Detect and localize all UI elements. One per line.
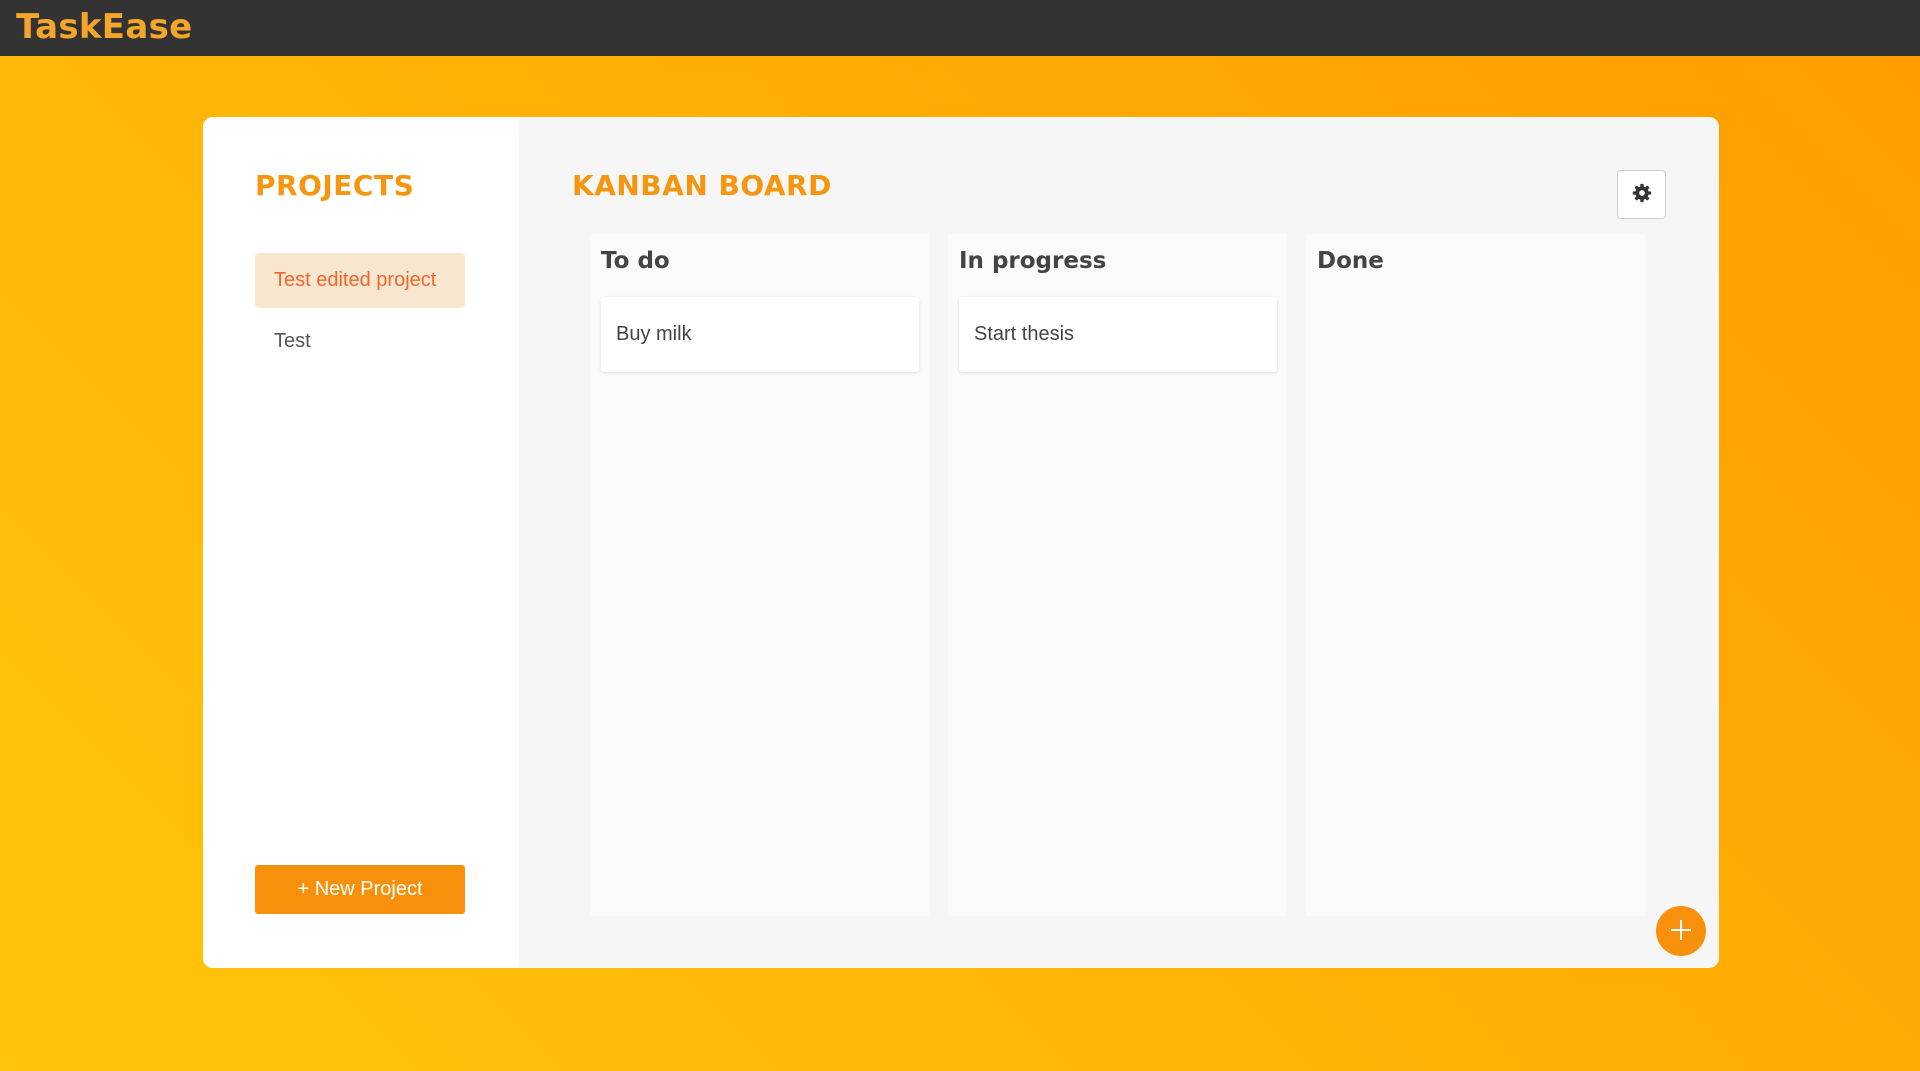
task-title: Start thesis [974, 323, 1075, 345]
board-title: KANBAN BOARD [572, 169, 832, 202]
app-logo[interactable]: TaskEase [16, 7, 192, 47]
task-card[interactable]: Start thesis [959, 297, 1277, 372]
add-task-button[interactable] [1656, 906, 1706, 956]
project-item-test[interactable]: Test [255, 314, 465, 369]
project-item-test-edited-project[interactable]: Test edited project [255, 253, 465, 308]
column-to-do: To do Buy milk [590, 234, 929, 916]
task-card[interactable]: Buy milk [601, 297, 919, 372]
task-title: Buy milk [616, 323, 692, 345]
column-title: In progress [959, 248, 1107, 274]
column-in-progress: In progress Start thesis [948, 234, 1287, 916]
gear-icon [1632, 183, 1652, 206]
column-done: Done [1306, 234, 1645, 916]
column-title: Done [1317, 248, 1384, 274]
projects-heading: PROJECTS [255, 169, 415, 202]
project-item-label: Test [274, 330, 311, 352]
column-title: To do [601, 248, 670, 274]
project-item-label: Test edited project [274, 269, 437, 291]
project-list: Test edited project Test [255, 253, 465, 375]
top-bar: TaskEase [0, 0, 1920, 56]
new-project-button[interactable]: + New Project [255, 865, 465, 914]
plus-icon [1670, 919, 1692, 944]
settings-button[interactable] [1617, 170, 1666, 219]
app-card: PROJECTS Test edited project Test + New … [203, 117, 1719, 968]
projects-sidebar: PROJECTS Test edited project Test + New … [203, 117, 519, 968]
